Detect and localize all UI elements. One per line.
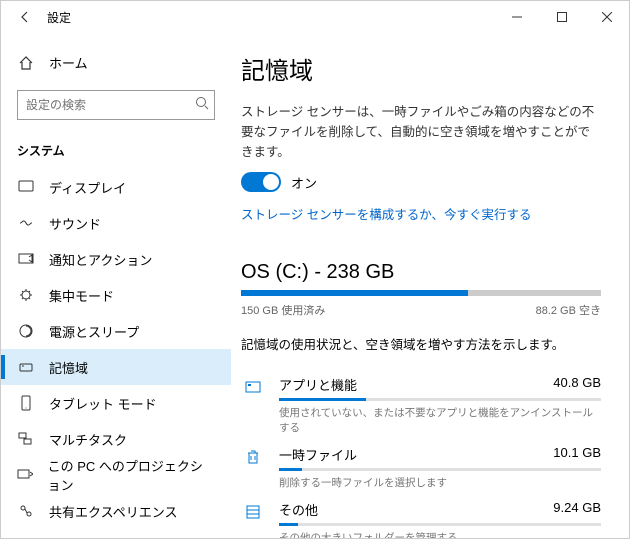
sidebar-item-6[interactable]: タブレット モード — [1, 385, 231, 421]
home-link[interactable]: ホーム — [1, 45, 231, 80]
category-bar — [279, 468, 601, 471]
sidebar: ホーム システム ディスプレイサウンド通知とアクション集中モード電源とスリープ記… — [1, 33, 231, 538]
sidebar-item-9[interactable]: 共有エクスペリエンス — [1, 493, 231, 529]
category-bar — [279, 398, 601, 401]
minimize-icon — [512, 12, 522, 22]
sidebar-item-7[interactable]: マルチタスク — [1, 421, 231, 457]
storage-category-2[interactable]: その他 9.24 GB その他の大きいフォルダーを管理する — [241, 492, 601, 538]
sidebar-item-label: クリップボード — [49, 538, 140, 539]
free-label: 88.2 GB 空き — [536, 302, 601, 318]
sidebar-item-label: 記憶域 — [49, 358, 88, 377]
display-icon — [17, 179, 35, 195]
category-size: 40.8 GB — [553, 375, 601, 394]
configure-sense-link[interactable]: ストレージ センサーを構成するか、今すぐ実行する — [241, 204, 531, 223]
projection-icon — [17, 467, 34, 483]
maximize-icon — [557, 12, 567, 22]
storage-icon — [17, 359, 35, 375]
sidebar-item-label: マルチタスク — [49, 430, 127, 449]
category-bar — [279, 523, 601, 526]
sidebar-item-label: サウンド — [49, 214, 101, 233]
sidebar-item-0[interactable]: ディスプレイ — [1, 169, 231, 205]
sound-icon — [17, 215, 35, 231]
storage-breakdown-description: 記憶域の使用状況と、空き領域を増やす方法を示します。 — [241, 334, 601, 353]
minimize-button[interactable] — [494, 1, 539, 33]
sidebar-item-8[interactable]: この PC へのプロジェクション — [1, 457, 231, 493]
category-name: その他 — [279, 500, 318, 519]
drive-usage-bar — [241, 290, 601, 296]
used-label: 150 GB 使用済み — [241, 302, 325, 318]
category-size: 10.1 GB — [553, 445, 601, 464]
home-label: ホーム — [49, 53, 88, 72]
storage-sense-description: ストレージ センサーは、一時ファイルやごみ箱の内容などの不要なファイルを削除して… — [241, 102, 601, 162]
tablet-icon — [17, 395, 35, 411]
sidebar-item-3[interactable]: 集中モード — [1, 277, 231, 313]
sidebar-item-1[interactable]: サウンド — [1, 205, 231, 241]
category-description: 削除する一時ファイルを選択します — [279, 475, 601, 490]
sidebar-item-2[interactable]: 通知とアクション — [1, 241, 231, 277]
sidebar-item-10[interactable]: クリップボード — [1, 529, 231, 538]
sidebar-item-label: 共有エクスペリエンス — [49, 502, 177, 521]
trash-icon — [241, 445, 265, 469]
other-icon — [241, 500, 265, 524]
back-button[interactable] — [9, 1, 41, 33]
category-description: その他の大きいフォルダーを管理する — [279, 530, 601, 538]
close-icon — [602, 12, 612, 22]
category-size: 9.24 GB — [553, 500, 601, 519]
sidebar-item-label: ディスプレイ — [49, 178, 126, 197]
notifications-icon — [17, 251, 35, 267]
window-title: 設定 — [47, 9, 71, 26]
main-panel: 記憶域 ストレージ センサーは、一時ファイルやごみ箱の内容などの不要なファイルを… — [231, 33, 629, 538]
sidebar-item-label: 集中モード — [49, 286, 114, 305]
storage-category-1[interactable]: 一時ファイル 10.1 GB 削除する一時ファイルを選択します — [241, 437, 601, 492]
sidebar-item-4[interactable]: 電源とスリープ — [1, 313, 231, 349]
maximize-button[interactable] — [539, 1, 584, 33]
close-button[interactable] — [584, 1, 629, 33]
share-icon — [17, 503, 35, 519]
search-box[interactable] — [17, 90, 215, 120]
storage-category-0[interactable]: アプリと機能 40.8 GB 使用されていない、または不要なアプリと機能をアンイン… — [241, 367, 601, 437]
drive-title: OS (C:) - 238 GB — [241, 261, 601, 284]
apps-icon — [241, 375, 265, 399]
sidebar-item-label: タブレット モード — [49, 394, 157, 413]
category-name: 一時ファイル — [279, 445, 357, 464]
arrow-left-icon — [18, 10, 32, 24]
search-input[interactable] — [17, 90, 215, 120]
focus-icon — [17, 287, 35, 303]
category-label: システム — [1, 132, 231, 169]
sidebar-item-label: 電源とスリープ — [49, 322, 139, 341]
sidebar-item-label: 通知とアクション — [49, 250, 152, 269]
home-icon — [17, 55, 35, 71]
sidebar-item-5[interactable]: 記憶域 — [1, 349, 231, 385]
page-title: 記憶域 — [241, 51, 601, 86]
multitask-icon — [17, 431, 35, 447]
toggle-state-label: オン — [291, 173, 317, 192]
sidebar-item-label: この PC へのプロジェクション — [48, 456, 215, 494]
category-name: アプリと機能 — [279, 375, 357, 394]
storage-sense-toggle[interactable] — [241, 172, 281, 192]
search-icon — [195, 96, 209, 110]
power-icon — [17, 323, 35, 339]
category-description: 使用されていない、または不要なアプリと機能をアンインストールする — [279, 405, 601, 435]
